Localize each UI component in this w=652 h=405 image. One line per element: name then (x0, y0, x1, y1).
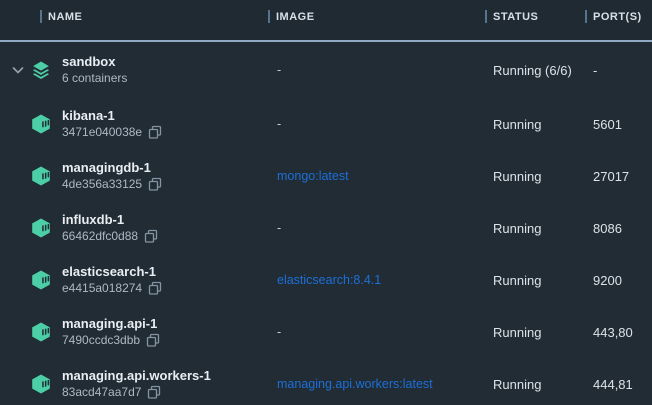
container-id: 4de356a33125 (62, 176, 142, 192)
container-name: influxdb-1 (62, 212, 158, 228)
status-value: Running (6/6) (485, 63, 585, 78)
column-separator (40, 10, 42, 23)
ports-value: 9200 (585, 273, 652, 288)
ports-value: 444,81 (585, 377, 652, 392)
table-row-container[interactable]: managing.api.workers-1 83acd47aa7d7 mana… (0, 358, 652, 405)
containers-table: NAME IMAGE STATUS PORT(S) sandbox 6 cont… (0, 0, 652, 405)
container-id: 83acd47aa7d7 (62, 384, 141, 400)
column-header-ports-label: PORT(S) (593, 11, 642, 23)
image-link[interactable]: elasticsearch:8.4.1 (277, 273, 381, 287)
column-separator (585, 10, 587, 23)
container-cube-icon (30, 217, 52, 239)
copy-icon[interactable] (148, 125, 162, 139)
ports-value: 443,80 (585, 325, 652, 340)
status-value: Running (485, 169, 585, 184)
table-row-container[interactable]: managingdb-1 4de356a33125 mongo:latest R… (0, 150, 652, 202)
copy-icon[interactable] (146, 333, 160, 347)
container-name: elasticsearch-1 (62, 264, 162, 280)
chevron-down-icon[interactable] (12, 65, 30, 75)
container-name: managingdb-1 (62, 160, 162, 176)
container-cube-icon (30, 165, 52, 187)
image-value: - (277, 325, 281, 339)
column-separator (485, 10, 487, 23)
container-cube-icon (30, 321, 52, 343)
table-row-container[interactable]: kibana-1 3471e040038e - Running 5601 (0, 98, 652, 150)
table-row-group-sandbox[interactable]: sandbox 6 containers - Running (6/6) - (0, 42, 652, 98)
status-value: Running (485, 377, 585, 392)
status-value: Running (485, 273, 585, 288)
column-header-ports[interactable]: PORT(S) (585, 10, 652, 30)
copy-icon[interactable] (147, 385, 161, 399)
ports-value: - (585, 63, 652, 78)
column-header-image-label: IMAGE (276, 11, 315, 23)
table-row-container[interactable]: elasticsearch-1 e4415a018274 elasticsear… (0, 254, 652, 306)
ports-value: 8086 (585, 221, 652, 236)
copy-icon[interactable] (148, 281, 162, 295)
container-cube-icon (30, 269, 52, 291)
ports-value: 27017 (585, 169, 652, 184)
copy-icon[interactable] (144, 229, 158, 243)
image-link[interactable]: managing.api.workers:latest (277, 377, 433, 391)
group-subtitle: 6 containers (62, 70, 127, 86)
image-value: - (277, 221, 281, 235)
container-cube-icon (30, 373, 52, 395)
container-name: managing.api.workers-1 (62, 368, 211, 384)
container-id: e4415a018274 (62, 280, 142, 296)
image-link[interactable]: mongo:latest (277, 169, 349, 183)
column-header-name-label: NAME (48, 11, 82, 23)
column-header-name[interactable]: NAME (0, 10, 268, 30)
column-header-image[interactable]: IMAGE (268, 10, 485, 30)
status-value: Running (485, 117, 585, 132)
table-row-container[interactable]: influxdb-1 66462dfc0d88 - Running 8086 (0, 202, 652, 254)
container-id: 66462dfc0d88 (62, 228, 138, 244)
group-name: sandbox (62, 54, 127, 70)
ports-value: 5601 (585, 117, 652, 132)
column-header-status-label: STATUS (493, 11, 538, 23)
image-value: - (277, 117, 281, 131)
container-name: managing.api-1 (62, 316, 160, 332)
container-id: 7490ccdc3dbb (62, 332, 140, 348)
container-id: 3471e040038e (62, 124, 142, 140)
container-cube-icon (30, 113, 52, 135)
status-value: Running (485, 221, 585, 236)
column-header-status[interactable]: STATUS (485, 10, 585, 30)
status-value: Running (485, 325, 585, 340)
copy-icon[interactable] (148, 177, 162, 191)
column-separator (268, 10, 270, 23)
image-value: - (277, 63, 281, 77)
layers-stack-icon (30, 59, 52, 81)
container-name: kibana-1 (62, 108, 162, 124)
table-header: NAME IMAGE STATUS PORT(S) (0, 0, 652, 42)
table-row-container[interactable]: managing.api-1 7490ccdc3dbb - Running 44… (0, 306, 652, 358)
